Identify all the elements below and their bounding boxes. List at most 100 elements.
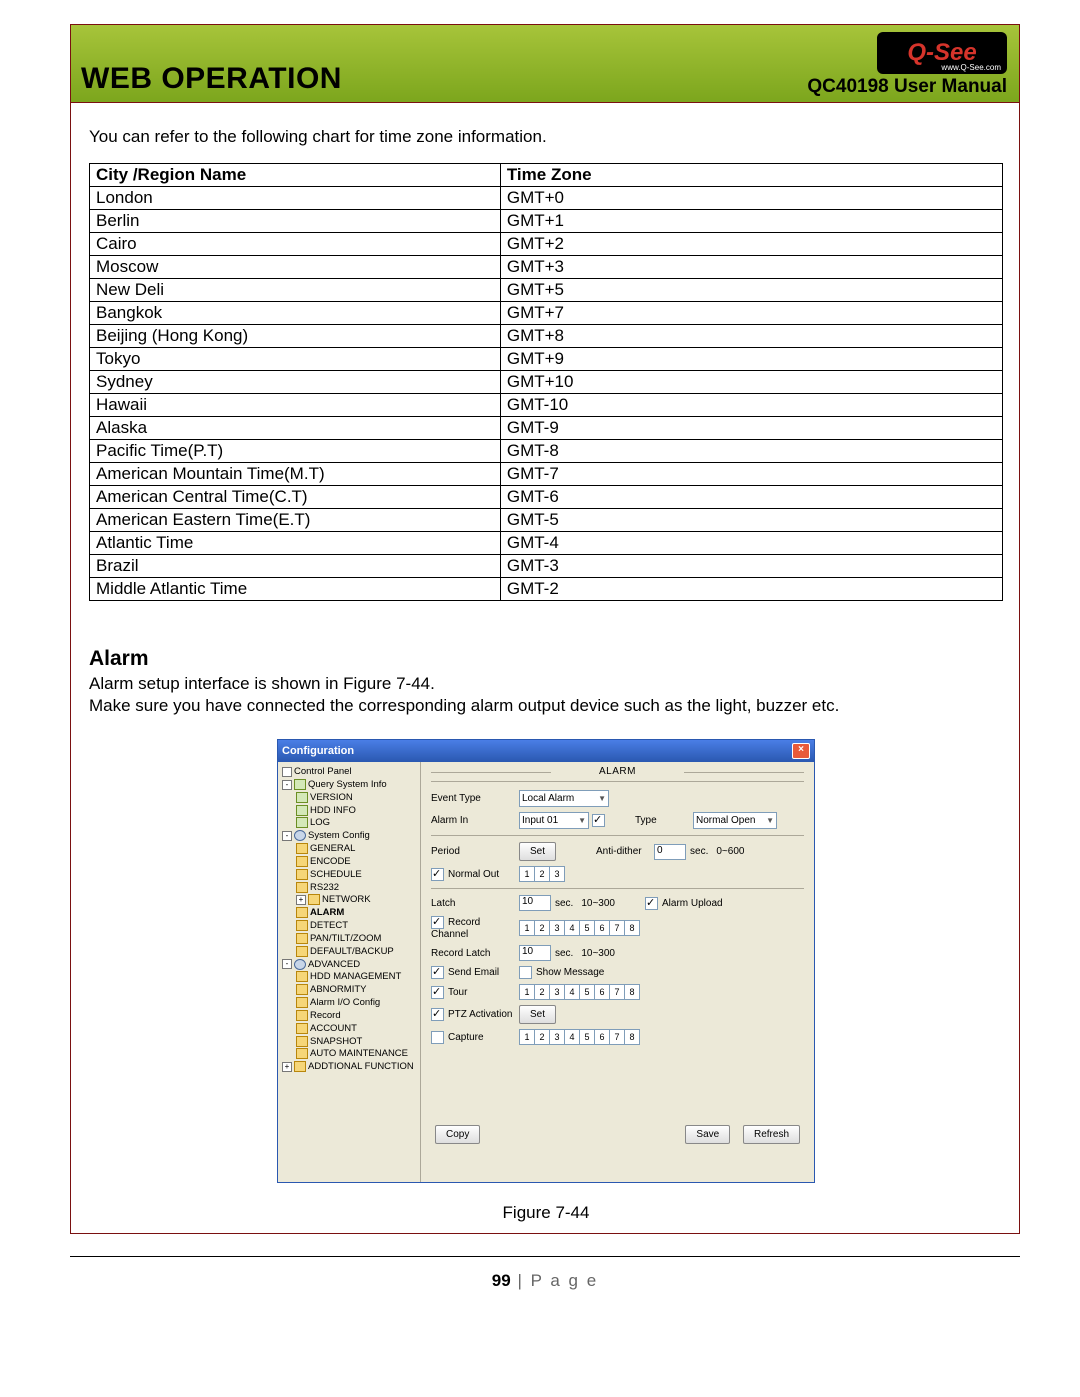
tree-item[interactable]: AUTO MAINTENANCE [280, 1048, 418, 1061]
channel-cell[interactable]: 8 [624, 920, 640, 936]
select-alarm-in[interactable]: Input 01▼ [519, 812, 589, 829]
checkbox-alarm-upload[interactable] [645, 897, 658, 910]
tree-item[interactable]: Control Panel [280, 766, 418, 779]
button-ptz-set[interactable]: Set [519, 1005, 556, 1024]
table-row: New DeliGMT+5 [90, 279, 1003, 302]
channel-grid-normalout[interactable]: 123 [519, 866, 564, 882]
tree-item[interactable]: Alarm I/O Config [280, 997, 418, 1010]
tree-item[interactable]: HDD MANAGEMENT [280, 971, 418, 984]
checkbox-normal-out[interactable] [431, 868, 444, 881]
tree-item[interactable]: +NETWORK [280, 894, 418, 907]
tree-item[interactable]: ACCOUNT [280, 1023, 418, 1036]
channel-cell[interactable]: 6 [594, 984, 610, 1000]
checkbox-show-message[interactable] [519, 966, 532, 979]
tree-item[interactable]: SNAPSHOT [280, 1036, 418, 1049]
channel-cell[interactable]: 3 [549, 920, 565, 936]
folder-icon [308, 894, 320, 905]
tree-item[interactable]: DEFAULT/BACKUP [280, 946, 418, 959]
channel-grid-capture[interactable]: 12345678 [519, 1029, 639, 1045]
channel-cell[interactable]: 4 [564, 920, 580, 936]
table-row: CairoGMT+2 [90, 233, 1003, 256]
select-event-type[interactable]: Local Alarm▼ [519, 790, 609, 807]
channel-cell[interactable]: 3 [549, 984, 565, 1000]
folder-icon [296, 920, 308, 931]
tree-item[interactable]: -System Config [280, 830, 418, 843]
checkbox-send-email[interactable] [431, 966, 444, 979]
tree-item[interactable]: DETECT [280, 920, 418, 933]
expand-icon[interactable]: + [296, 895, 306, 905]
checkbox-ptz[interactable] [431, 1008, 444, 1021]
select-type[interactable]: Normal Open▼ [693, 812, 777, 829]
tree-item[interactable]: SCHEDULE [280, 869, 418, 882]
label-show-message: Show Message [519, 966, 604, 979]
channel-cell[interactable]: 2 [534, 920, 550, 936]
channel-grid-record[interactable]: 12345678 [519, 920, 639, 936]
folder-icon [296, 1036, 308, 1047]
tree-item[interactable]: HDD INFO [280, 805, 418, 818]
tree-item[interactable]: VERSION [280, 792, 418, 805]
label-latch: Latch [431, 898, 519, 909]
channel-cell[interactable]: 8 [624, 984, 640, 1000]
checkbox-record-channel[interactable] [431, 916, 444, 929]
tree-item[interactable]: PAN/TILT/ZOOM [280, 933, 418, 946]
window-titlebar: Configuration × [278, 740, 814, 762]
table-row: American Central Time(C.T)GMT-6 [90, 486, 1003, 509]
tree-item[interactable]: ALARM [280, 907, 418, 920]
channel-cell[interactable]: 7 [609, 920, 625, 936]
page-header: WEB OPERATION Q-See www.Q-See.com QC4019… [71, 25, 1019, 103]
expand-icon[interactable] [282, 767, 292, 777]
button-save[interactable]: Save [685, 1125, 730, 1144]
expand-icon[interactable]: - [282, 780, 292, 790]
window-title: Configuration [282, 745, 354, 757]
expand-icon[interactable]: + [282, 1062, 292, 1072]
channel-cell[interactable]: 8 [624, 1029, 640, 1045]
channel-cell[interactable]: 5 [579, 984, 595, 1000]
folder-icon [294, 779, 306, 790]
channel-cell[interactable]: 7 [609, 1029, 625, 1045]
channel-cell[interactable]: 7 [609, 984, 625, 1000]
channel-cell[interactable]: 5 [579, 1029, 595, 1045]
close-icon[interactable]: × [792, 743, 810, 759]
channel-cell[interactable]: 3 [549, 866, 565, 882]
channel-cell[interactable]: 6 [594, 1029, 610, 1045]
channel-cell[interactable]: 1 [519, 984, 535, 1000]
tree-item[interactable]: -Query System Info [280, 779, 418, 792]
checkbox-capture[interactable] [431, 1031, 444, 1044]
button-copy[interactable]: Copy [435, 1125, 480, 1144]
channel-cell[interactable]: 4 [564, 984, 580, 1000]
checkbox-enable[interactable] [592, 814, 605, 827]
channel-cell[interactable]: 1 [519, 920, 535, 936]
section-title: WEB OPERATION [81, 62, 342, 98]
table-row: Beijing (Hong Kong)GMT+8 [90, 325, 1003, 348]
tree-item[interactable]: GENERAL [280, 843, 418, 856]
channel-cell[interactable]: 6 [594, 920, 610, 936]
expand-icon[interactable]: - [282, 831, 292, 841]
button-period-set[interactable]: Set [519, 842, 556, 861]
tree-item[interactable]: +ADDTIONAL FUNCTION [280, 1061, 418, 1074]
input-record-latch[interactable]: 10 [519, 945, 551, 961]
channel-cell[interactable]: 1 [519, 866, 535, 882]
table-row: BerlinGMT+1 [90, 210, 1003, 233]
channel-cell[interactable]: 2 [534, 984, 550, 1000]
channel-cell[interactable]: 1 [519, 1029, 535, 1045]
channel-cell[interactable]: 2 [534, 866, 550, 882]
channel-cell[interactable]: 4 [564, 1029, 580, 1045]
tree-item[interactable]: RS232 [280, 882, 418, 895]
intro-text: You can refer to the following chart for… [89, 127, 1003, 147]
expand-icon[interactable]: - [282, 959, 292, 969]
channel-grid-tour[interactable]: 12345678 [519, 984, 639, 1000]
tree-item[interactable]: Record [280, 1010, 418, 1023]
checkbox-tour[interactable] [431, 986, 444, 999]
label-range1: 0~600 [716, 846, 744, 857]
channel-cell[interactable]: 2 [534, 1029, 550, 1045]
label-alarm-in: Alarm In [431, 815, 519, 826]
tree-item[interactable]: ABNORMITY [280, 984, 418, 997]
button-refresh[interactable]: Refresh [743, 1125, 800, 1144]
tree-item[interactable]: LOG [280, 817, 418, 830]
channel-cell[interactable]: 5 [579, 920, 595, 936]
channel-cell[interactable]: 3 [549, 1029, 565, 1045]
tree-item[interactable]: -ADVANCED [280, 959, 418, 972]
input-latch[interactable]: 10 [519, 895, 551, 911]
input-antidither[interactable]: 0 [654, 844, 686, 860]
tree-item[interactable]: ENCODE [280, 856, 418, 869]
